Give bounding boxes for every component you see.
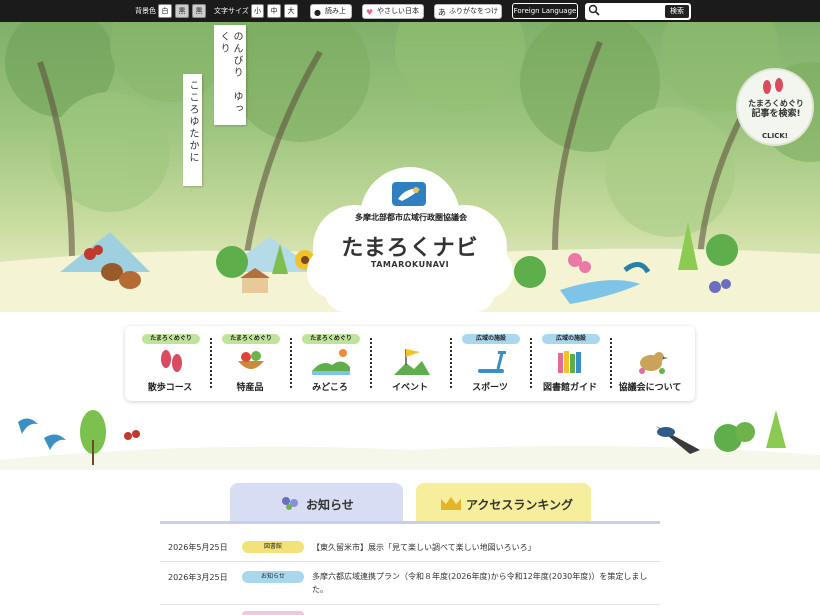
search-icon <box>588 4 600 16</box>
bg-color-label: 背景色 <box>135 7 156 15</box>
nav-tag: たまろくめぐり <box>142 334 200 344</box>
tab-underline <box>160 521 660 524</box>
news-title-link[interactable]: 【東久留米市】展示「見て楽しい調べて楽しい地図いろいろ」 <box>312 541 652 554</box>
nav-tag: 広域の施設 <box>542 334 600 344</box>
site-logo-roman: TAMAROKUNAVI <box>370 260 450 269</box>
nav-events[interactable]: イベント <box>370 326 450 401</box>
nav-tag: 広域の施設 <box>462 334 520 344</box>
tab-ranking-label: アクセスランキング <box>466 498 574 512</box>
article-search-line2: 記事を検索! <box>751 109 801 119</box>
nav-tag: たまろくめぐり <box>302 334 360 344</box>
tagline-vertical-1: のんびり ゆっくり <box>214 25 246 125</box>
nav-about-council[interactable]: 協議会について <box>610 326 690 401</box>
news-category-badge: 図書館 <box>242 541 304 553</box>
bg-white-button[interactable]: 白 <box>158 4 172 18</box>
font-size-label: 文字サイズ <box>214 7 249 15</box>
flower-icon <box>282 497 298 510</box>
font-medium-button[interactable]: 中 <box>267 4 281 18</box>
nav-walking-course[interactable]: たまろくめぐり 散歩コース <box>130 326 210 401</box>
nav-label: 協議会について <box>618 383 682 393</box>
logo-organization: 多摩北部都市広域行政圏協議会 <box>355 213 467 222</box>
footer-decoration <box>0 410 820 470</box>
top-toolbar: 背景色 白 黒 黒 文字サイズ 小 中 大 ● 読み上げ ♥ やさしい日本語 あ… <box>0 0 820 28</box>
font-small-button[interactable]: 小 <box>251 4 264 18</box>
news-title-link[interactable]: 多摩六都広域連携プラン（令和８年度(2026年度)から令和12年度(2030年度… <box>312 570 652 596</box>
news-category-badge: お知らせ <box>242 571 304 583</box>
font-large-button[interactable]: 大 <box>284 4 298 18</box>
vegetables-icon <box>238 351 264 369</box>
news-item[interactable]: 2026年5月25日 図書館 【東久留米市】展示「見て楽しい調べて楽しい地図いろ… <box>160 532 660 562</box>
site-search: 検索 <box>585 3 691 20</box>
tagline-vertical-2: こころゆたかに <box>183 74 202 186</box>
speaker-person-icon: ● <box>314 8 321 17</box>
click-label: CLICK! <box>762 132 788 140</box>
landscape-icon <box>312 349 350 375</box>
nav-label: 散歩コース <box>147 383 193 393</box>
easy-japanese-button[interactable]: ♥ やさしい日本語 <box>362 4 424 28</box>
site-logo[interactable]: たまろくナビ <box>325 230 495 262</box>
bg-dark-button[interactable]: 黒 <box>192 4 206 18</box>
news-category-badge-partial <box>242 611 304 615</box>
read-aloud-button[interactable]: ● 読み上げ <box>310 4 352 28</box>
foreign-language-button[interactable]: Foreign Language <box>512 3 578 19</box>
bird-icon <box>639 352 668 374</box>
furigana-icon: あ <box>438 8 446 17</box>
news-date: 2026年3月25日 <box>168 573 228 582</box>
nav-specialty-products[interactable]: たまろくめぐり 特産品 <box>210 326 290 401</box>
nav-sports[interactable]: 広域の施設 スポーツ <box>450 326 530 401</box>
emblem-icon[interactable] <box>392 182 426 206</box>
nav-label: スポーツ <box>472 383 508 393</box>
nav-library-guide[interactable]: 広域の施設 図書館ガイド <box>530 326 610 401</box>
search-input[interactable] <box>601 5 663 17</box>
heart-icon: ♥ <box>366 8 374 17</box>
books-icon <box>558 351 581 373</box>
treadmill-icon <box>478 351 506 373</box>
tab-news[interactable]: お知らせ <box>230 483 403 523</box>
news-item[interactable]: 2026年3月25日 お知らせ 多摩六都広域連携プラン（令和８年度(2026年度… <box>160 563 660 605</box>
footprints-icon <box>161 350 182 372</box>
category-nav: たまろくめぐり 散歩コース たまろくめぐり 特産品 たまろくめぐり みどころ イ… <box>125 326 695 401</box>
article-search-text[interactable]: たまろくめぐり 記事を検索! <box>738 98 814 120</box>
news-date: 2026年5月25日 <box>168 543 228 552</box>
tab-news-label: お知らせ <box>306 498 354 512</box>
nav-label: みどころ <box>312 383 348 393</box>
search-button[interactable]: 検索 <box>665 5 689 18</box>
nav-tag: たまろくめぐり <box>222 334 280 344</box>
flag-icon <box>394 349 430 375</box>
article-search-line1: たまろくめぐり <box>748 99 804 108</box>
crown-icon <box>441 497 461 510</box>
nav-label: イベント <box>391 383 428 393</box>
tab-access-ranking[interactable]: アクセスランキング <box>416 483 591 523</box>
furigana-button[interactable]: あ ふりがなをつける <box>434 4 502 28</box>
nav-highlights[interactable]: たまろくめぐり みどころ <box>290 326 370 401</box>
hero-banner: のんびり ゆっくり こころゆたかに 多摩北部都市広域行政圏協議会 たまろくナビ … <box>0 22 820 312</box>
bg-black-button[interactable]: 黒 <box>175 4 189 18</box>
nav-label: 特産品 <box>236 383 264 393</box>
nav-label: 図書館ガイド <box>542 383 597 393</box>
